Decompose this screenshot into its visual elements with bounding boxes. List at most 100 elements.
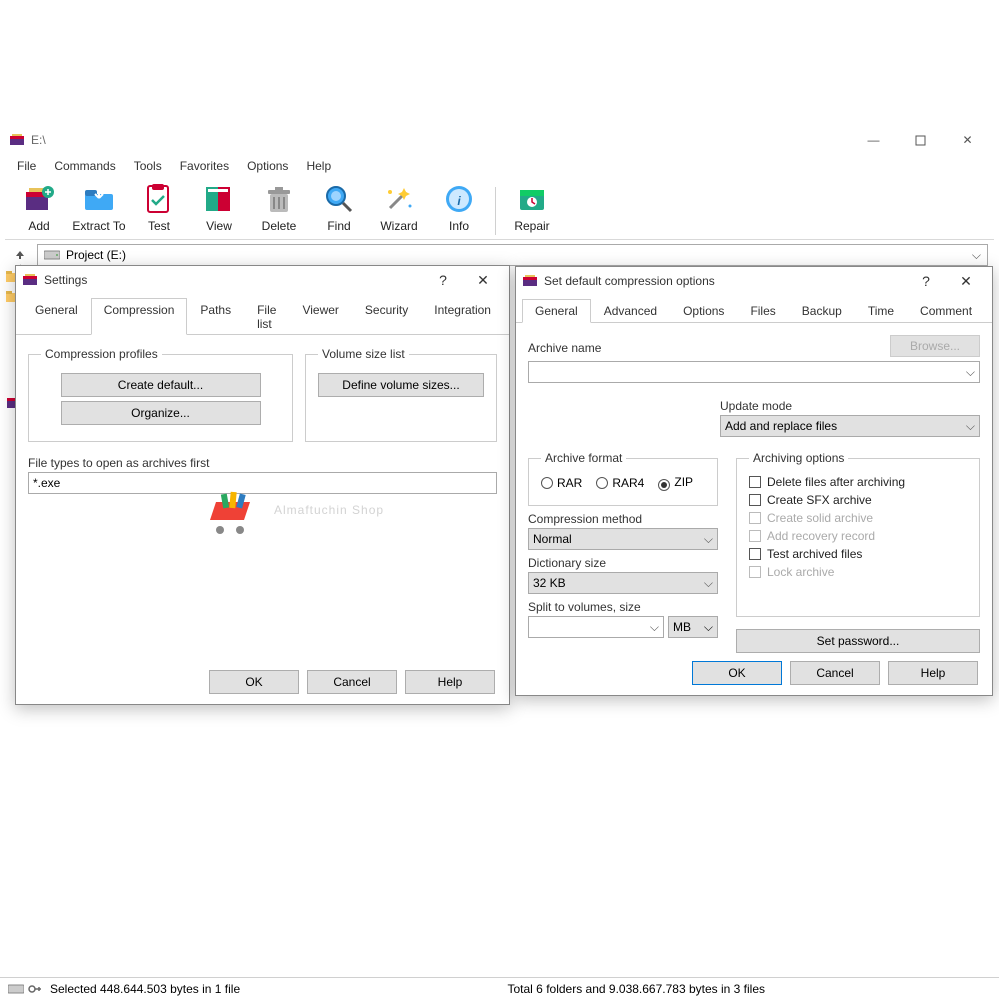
help-button[interactable]: Help	[405, 670, 495, 694]
drive-icon	[8, 983, 24, 995]
menu-tools[interactable]: Tools	[126, 157, 170, 175]
file-types-input[interactable]	[28, 472, 497, 494]
archive-format-group: Archive format RAR RAR4 ZIP	[528, 451, 718, 506]
chevron-down-icon: ⌵	[704, 576, 713, 591]
menu-favorites[interactable]: Favorites	[172, 157, 237, 175]
winrar-icon	[522, 273, 538, 289]
chevron-down-icon: ⌵	[972, 248, 981, 263]
radio-zip[interactable]: ZIP	[658, 475, 693, 491]
toolbar-test[interactable]: Test	[129, 179, 189, 235]
split-volumes-label: Split to volumes, size	[528, 600, 718, 614]
compression-method-combo[interactable]: Normal⌵	[528, 528, 718, 550]
tab-compression[interactable]: Compression	[91, 298, 188, 335]
tab-integration[interactable]: Integration	[421, 298, 504, 335]
chevron-down-icon: ⌵	[704, 532, 713, 547]
split-size-combo[interactable]: ⌵	[528, 616, 664, 638]
tab-file-list[interactable]: File list	[244, 298, 289, 335]
menu-help[interactable]: Help	[298, 157, 339, 175]
settings-tabs: General Compression Paths File list View…	[16, 298, 509, 335]
opt-test-archived[interactable]: Test archived files	[749, 545, 967, 563]
comp-title: Set default compression options	[544, 274, 906, 288]
toolbar-info[interactable]: iInfo	[429, 179, 489, 235]
define-volume-sizes-button[interactable]: Define volume sizes...	[318, 373, 484, 397]
ok-button[interactable]: OK	[692, 661, 782, 685]
toolbar: Add Extract To Test View Delete Find Wiz…	[5, 177, 994, 240]
menu-options[interactable]: Options	[239, 157, 296, 175]
toolbar-view[interactable]: View	[189, 179, 249, 235]
radio-rar[interactable]: RAR	[541, 476, 582, 490]
menu-commands[interactable]: Commands	[46, 157, 123, 175]
tab-viewer[interactable]: Viewer	[289, 298, 351, 335]
update-mode-combo[interactable]: Add and replace files⌵	[720, 415, 980, 437]
opt-delete-files[interactable]: Delete files after archiving	[749, 473, 967, 491]
toolbar-repair[interactable]: Repair	[502, 179, 562, 235]
window-title: E:\	[31, 133, 851, 147]
menubar: File Commands Tools Favorites Options He…	[5, 155, 994, 177]
winrar-icon	[22, 272, 38, 288]
archive-name-combo[interactable]: ⌵	[528, 361, 980, 383]
chevron-down-icon: ⌵	[966, 365, 975, 380]
opt-create-solid: Create solid archive	[749, 509, 967, 527]
cancel-button[interactable]: Cancel	[790, 661, 880, 685]
minimize-button[interactable]: —	[851, 126, 896, 154]
titlebar: E:\ — ✕	[5, 125, 994, 155]
file-types-label: File types to open as archives first	[28, 456, 497, 470]
tab-files[interactable]: Files	[737, 299, 788, 323]
compression-profiles-group: Compression profiles Create default... O…	[28, 347, 293, 442]
help-button[interactable]: ?	[906, 269, 946, 293]
comp-titlebar[interactable]: Set default compression options ? ✕	[516, 267, 992, 295]
help-button[interactable]: Help	[888, 661, 978, 685]
settings-titlebar[interactable]: Settings ? ✕	[16, 266, 509, 294]
comp-tabs: General Advanced Options Files Backup Ti…	[516, 299, 992, 323]
chevron-down-icon: ⌵	[966, 419, 975, 434]
help-button[interactable]: ?	[423, 268, 463, 292]
chevron-down-icon: ⌵	[650, 620, 659, 635]
toolbar-separator	[495, 187, 496, 235]
toolbar-add[interactable]: Add	[9, 179, 69, 235]
compression-options-dialog: Set default compression options ? ✕ Gene…	[515, 266, 993, 696]
key-icon	[28, 983, 42, 995]
volume-size-group: Volume size list Define volume sizes...	[305, 347, 497, 442]
tab-comment[interactable]: Comment	[907, 299, 985, 323]
tab-time[interactable]: Time	[855, 299, 907, 323]
menu-file[interactable]: File	[9, 157, 44, 175]
close-icon[interactable]: ✕	[463, 268, 503, 292]
maximize-button[interactable]	[898, 126, 943, 154]
close-button[interactable]: ✕	[945, 126, 990, 154]
path-combo[interactable]: Project (E:) ⌵	[37, 244, 988, 266]
archive-format-legend: Archive format	[541, 451, 626, 465]
compression-profiles-legend: Compression profiles	[41, 347, 162, 361]
close-icon[interactable]: ✕	[946, 269, 986, 293]
archiving-options-group: Archiving options Delete files after arc…	[736, 451, 980, 617]
tab-general[interactable]: General	[522, 299, 591, 323]
organize-button[interactable]: Organize...	[61, 401, 261, 425]
dictionary-size-combo[interactable]: 32 KB⌵	[528, 572, 718, 594]
toolbar-wizard[interactable]: Wizard	[369, 179, 429, 235]
status-icons	[8, 983, 42, 995]
tab-backup[interactable]: Backup	[789, 299, 855, 323]
tab-advanced[interactable]: Advanced	[591, 299, 670, 323]
chevron-down-icon: ⌵	[704, 620, 713, 635]
ok-button[interactable]: OK	[209, 670, 299, 694]
winrar-icon	[9, 132, 25, 148]
drive-icon	[44, 249, 60, 261]
tab-paths[interactable]: Paths	[187, 298, 244, 335]
path-text: Project (E:)	[66, 248, 126, 262]
up-button[interactable]	[11, 246, 29, 264]
split-unit-combo[interactable]: MB⌵	[668, 616, 718, 638]
toolbar-extract-to[interactable]: Extract To	[69, 179, 129, 235]
toolbar-delete[interactable]: Delete	[249, 179, 309, 235]
opt-recovery-record: Add recovery record	[749, 527, 967, 545]
settings-dialog: Settings ? ✕ General Compression Paths F…	[15, 265, 510, 705]
volume-size-legend: Volume size list	[318, 347, 409, 361]
create-default-button[interactable]: Create default...	[61, 373, 261, 397]
radio-rar4[interactable]: RAR4	[596, 476, 644, 490]
tab-security[interactable]: Security	[352, 298, 421, 335]
toolbar-find[interactable]: Find	[309, 179, 369, 235]
opt-create-sfx[interactable]: Create SFX archive	[749, 491, 967, 509]
cancel-button[interactable]: Cancel	[307, 670, 397, 694]
set-password-button[interactable]: Set password...	[736, 629, 980, 653]
tab-options[interactable]: Options	[670, 299, 737, 323]
browse-button[interactable]: Browse...	[890, 335, 980, 357]
tab-general[interactable]: General	[22, 298, 91, 335]
